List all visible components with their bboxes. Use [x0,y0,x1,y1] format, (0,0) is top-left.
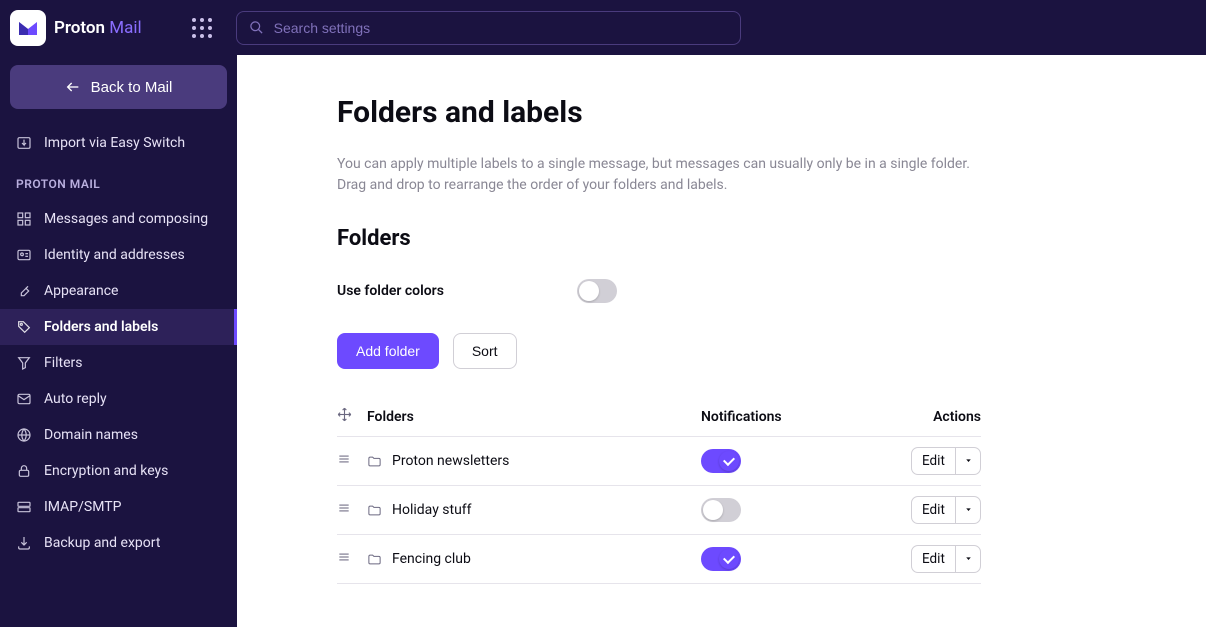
folder-name-cell: Proton newsletters [367,453,701,469]
server-icon [16,499,32,515]
folder-name: Fencing club [392,551,471,567]
sidebar-item-label: Messages and composing [44,211,208,227]
sort-button[interactable]: Sort [453,333,517,369]
funnel-icon [16,355,32,371]
col-header-actions: Actions [911,409,981,425]
folder-row: Proton newsletters Edit [337,437,981,486]
sidebar-item-identity[interactable]: Identity and addresses [0,237,237,273]
edit-dropdown-caret[interactable] [955,497,981,523]
sidebar-item-backup[interactable]: Backup and export [0,525,237,561]
notification-toggle[interactable] [701,547,741,571]
edit-label: Edit [912,546,955,572]
notification-toggle[interactable] [701,498,741,522]
folder-row: Holiday stuff Edit [337,486,981,535]
folder-row: Fencing club Edit [337,535,981,584]
edit-folder-button[interactable]: Edit [911,545,981,573]
sidebar-item-messages[interactable]: Messages and composing [0,201,237,237]
reply-icon [16,391,32,407]
page-description: You can apply multiple labels to a singl… [337,154,981,196]
sidebar-item-filters[interactable]: Filters [0,345,237,381]
edit-label: Edit [912,497,955,523]
drag-handle[interactable] [337,501,367,519]
sidebar-item-folders-labels[interactable]: Folders and labels [0,309,237,345]
sidebar-item-label: Filters [44,355,83,371]
sidebar-item-label: Encryption and keys [44,463,168,479]
settings-sidebar: Back to Mail Import via Easy Switch PROT… [0,55,237,627]
edit-folder-button[interactable]: Edit [911,447,981,475]
lock-icon [16,463,32,479]
edit-label: Edit [912,448,955,474]
use-folder-colors-toggle[interactable] [577,279,617,303]
globe-icon [16,427,32,443]
brand-logo[interactable]: Proton Mail [10,10,142,46]
sidebar-item-label: Identity and addresses [44,247,185,263]
drag-handle[interactable] [337,452,367,470]
sidebar-item-import[interactable]: Import via Easy Switch [0,125,237,161]
arrow-left-icon [65,79,81,95]
folder-name: Holiday stuff [392,502,472,518]
proton-mail-icon [10,10,46,46]
sidebar-item-label: Domain names [44,427,138,443]
search-icon [249,20,264,35]
tag-icon [16,319,32,335]
folder-icon [367,552,382,567]
search-settings[interactable] [236,11,741,45]
folders-heading: Folders [337,226,981,251]
sidebar-item-imap[interactable]: IMAP/SMTP [0,489,237,525]
apps-grid-button[interactable] [188,14,216,42]
sidebar-item-auto-reply[interactable]: Auto reply [0,381,237,417]
sidebar-item-label: IMAP/SMTP [44,499,121,515]
drag-handle[interactable] [337,550,367,568]
sidebar-item-label: Auto reply [44,391,107,407]
search-input[interactable] [274,20,728,36]
use-folder-colors-label: Use folder colors [337,283,577,299]
use-folder-colors-row: Use folder colors [337,279,981,303]
edit-folder-button[interactable]: Edit [911,496,981,524]
export-icon [16,535,32,551]
folder-name-cell: Holiday stuff [367,502,701,518]
id-card-icon [16,247,32,263]
import-icon [16,135,32,151]
brand-text: Proton Mail [54,18,142,38]
sidebar-section-header: PROTON MAIL [0,161,237,201]
col-header-folders: Folders [367,409,701,425]
sidebar-item-label: Appearance [44,283,118,299]
sidebar-item-encryption[interactable]: Encryption and keys [0,453,237,489]
chevron-down-icon [964,505,973,514]
chevron-down-icon [964,554,973,563]
edit-dropdown-caret[interactable] [955,546,981,572]
notification-toggle[interactable] [701,449,741,473]
folder-name-cell: Fencing club [367,551,701,567]
brush-icon [16,283,32,299]
folders-table-header: Folders Notifications Actions [337,397,981,437]
main-content: Folders and labels You can apply multipl… [237,55,1206,627]
top-header: Proton Mail [0,0,1206,55]
chevron-down-icon [964,456,973,465]
edit-dropdown-caret[interactable] [955,448,981,474]
page-title: Folders and labels [337,95,981,130]
folder-name: Proton newsletters [392,453,509,469]
sidebar-item-domain-names[interactable]: Domain names [0,417,237,453]
sidebar-item-appearance[interactable]: Appearance [0,273,237,309]
folder-icon [367,503,382,518]
grid-icon [16,211,32,227]
move-icon [337,407,367,426]
back-to-mail-button[interactable]: Back to Mail [10,65,227,109]
col-header-notifications: Notifications [701,409,911,425]
add-folder-button[interactable]: Add folder [337,333,439,369]
sidebar-item-label: Backup and export [44,535,160,551]
folder-icon [367,454,382,469]
sidebar-item-label: Folders and labels [44,319,158,335]
sidebar-item-label: Import via Easy Switch [44,135,185,151]
